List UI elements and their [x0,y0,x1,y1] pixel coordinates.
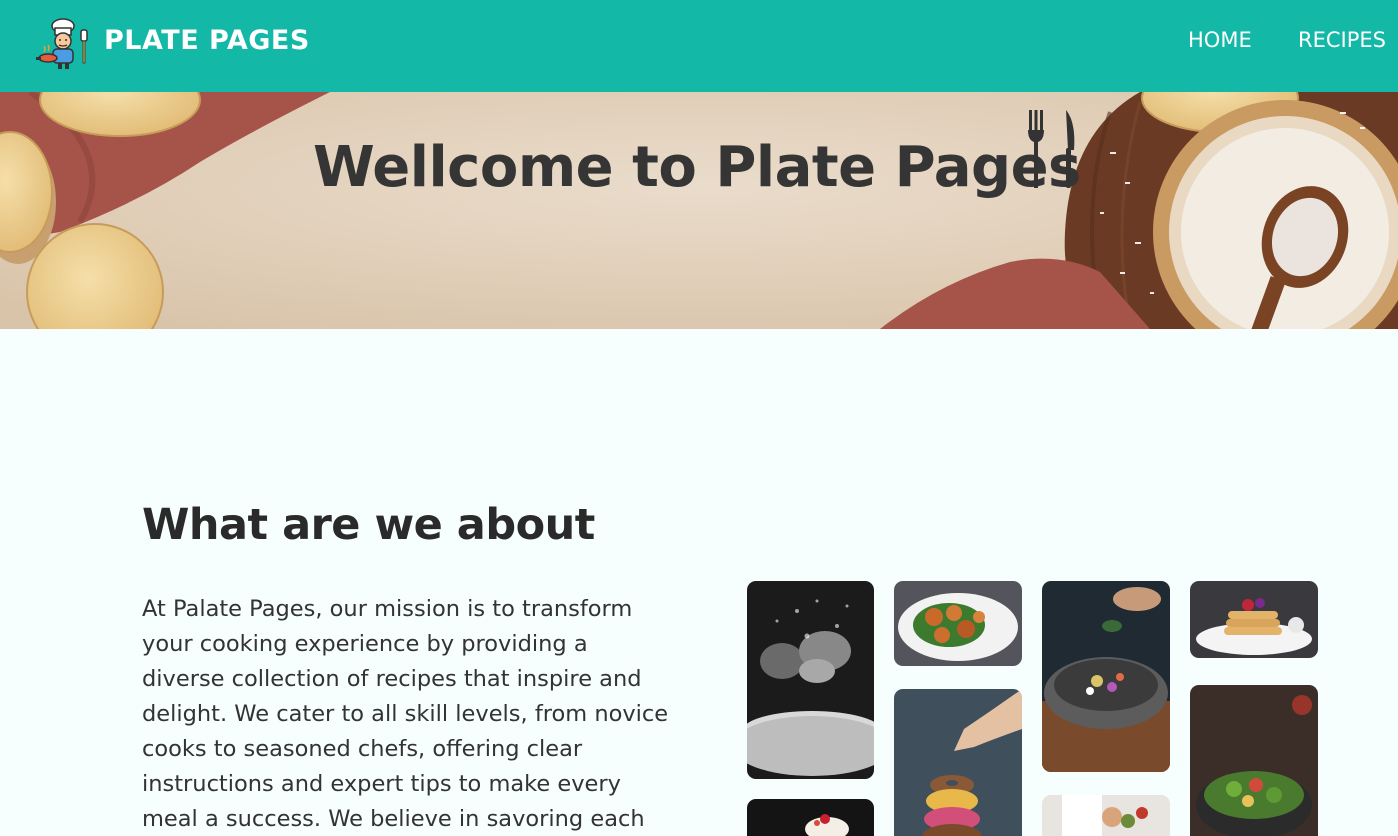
chef-plating-photo [1042,795,1170,836]
dessert-cup-photo [747,799,874,836]
nav-home-link[interactable]: HOME [1188,28,1252,52]
buddha-bowl-photo [1190,685,1318,836]
chef-cooking-icon[interactable] [36,16,94,70]
hero-banner: Wellcome to Plate Pages [0,92,1398,329]
nav-recipes-link[interactable]: RECIPES [1298,28,1386,52]
seasoning-bowl-photo [1042,581,1170,772]
donut-stack-photo [894,689,1022,836]
chicken-salad-photo [894,581,1022,666]
brand-name[interactable]: PLATE PAGES [104,25,310,56]
navbar: PLATE PAGES HOME RECIPES [0,0,1398,92]
flour-hands-photo [747,581,874,779]
about-paragraph: At Palate Pages, our mission is to trans… [142,596,669,832]
pancakes-photo [1190,581,1318,658]
about-heading: What are we about [142,500,595,550]
hero-title: Wellcome to Plate Pages [313,135,1081,200]
fork-knife-icon [1022,108,1082,192]
hero-background-image [0,92,1398,329]
